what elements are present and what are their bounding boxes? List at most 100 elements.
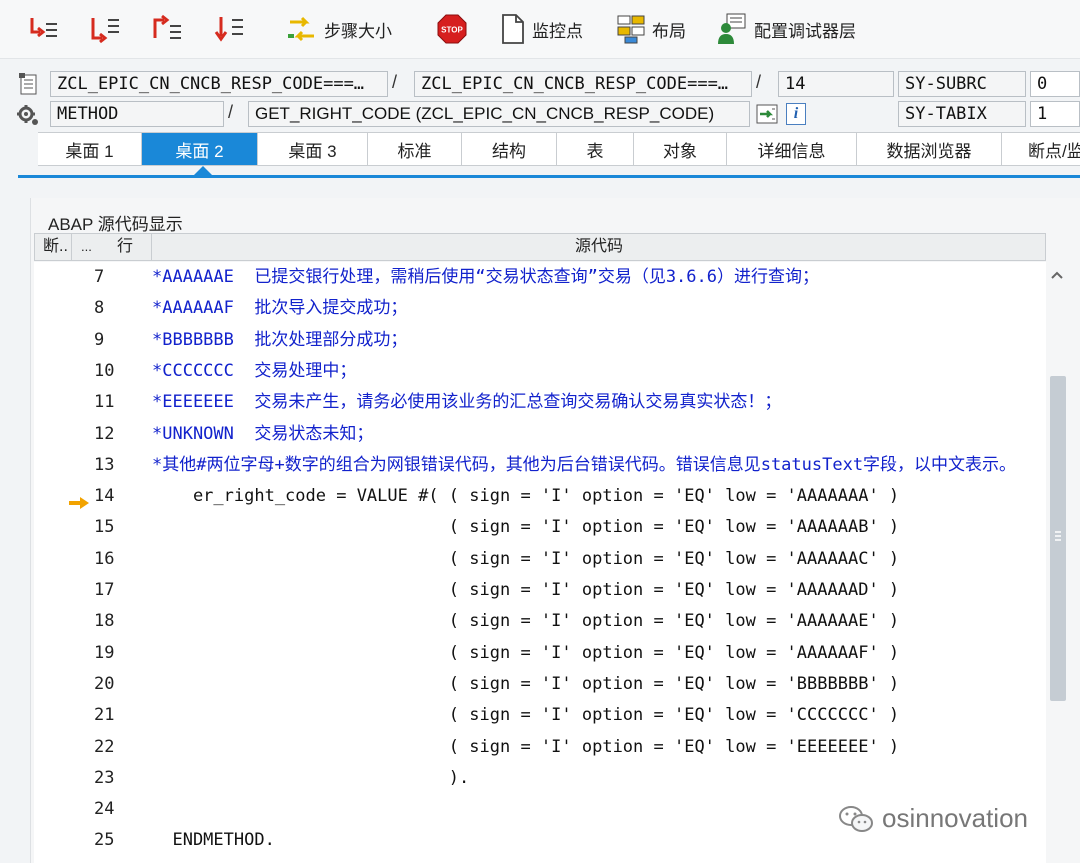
code-line[interactable]: 16 ( sign = 'I' option = 'EQ' low = 'AAA… — [34, 544, 1046, 575]
event-field[interactable]: GET_RIGHT_CODE (ZCL_EPIC_CN_CNCB_RESP_CO… — [248, 101, 750, 127]
code-line[interactable]: 15 ( sign = 'I' option = 'EQ' low = 'AAA… — [34, 512, 1046, 543]
execute-button[interactable] — [88, 12, 122, 46]
tab-underline — [18, 175, 1080, 178]
return-icon — [153, 14, 181, 39]
grip-icon — [1055, 531, 1061, 541]
code-line[interactable]: 20 ( sign = 'I' option = 'EQ' low = 'BBB… — [34, 669, 1046, 700]
line-number: 17 — [94, 580, 115, 600]
col-divider — [151, 234, 152, 260]
line-number: 19 — [94, 642, 115, 663]
line-number-field[interactable]: 14 — [778, 71, 894, 97]
code-line[interactable]: 21 ( sign = 'I' option = 'EQ' low = 'CCC… — [34, 700, 1046, 731]
watermark: osinnovation — [838, 803, 1028, 834]
code-text: ( sign = 'I' option = 'EQ' low = 'EEEEEE… — [152, 736, 900, 757]
execute-icon — [91, 18, 119, 44]
line-number: 13 — [94, 454, 115, 475]
code-text: ( sign = 'I' option = 'EQ' low = 'AAAAAA… — [152, 611, 900, 632]
desktop-tabs: 桌面 1 桌面 2 桌面 3 标准 结构 表 对象 详细信息 数据浏览器 断点/… — [38, 132, 1080, 166]
layout-button[interactable]: 布局 — [616, 12, 686, 46]
configure-layers-button[interactable]: 配置调试器层 — [716, 12, 856, 46]
col-divider — [71, 234, 72, 260]
return-button[interactable] — [150, 12, 184, 46]
line-number: 16 — [94, 548, 115, 569]
panel-title: ABAP 源代码显示 — [48, 215, 183, 234]
col-breakpoint[interactable]: 断.. — [43, 234, 68, 260]
layout-label: 布局 — [652, 21, 686, 41]
code-line[interactable]: 17 ( sign = 'I' option = 'EQ' low = 'AAA… — [34, 575, 1046, 606]
tab-structure[interactable]: 结构 — [462, 133, 557, 165]
continue-icon — [214, 17, 243, 42]
line-number: 10 — [94, 360, 115, 381]
code-text: ( sign = 'I' option = 'EQ' low = 'AAAAAA… — [152, 580, 900, 600]
tab-table[interactable]: 表 — [557, 133, 634, 165]
code-comment: *CCCCCCC 交易处理中； — [152, 360, 357, 381]
tab-objects[interactable]: 对象 — [634, 133, 727, 165]
code-line[interactable]: 12 *UNKNOWN 交易状态未知； — [34, 419, 1046, 450]
code-text: ENDMETHOD. — [152, 830, 275, 851]
col-source[interactable]: 源代码 — [575, 234, 623, 260]
line-number: 9 — [94, 329, 105, 350]
step-size-label: 步骤大小 — [324, 21, 392, 41]
sy-subrc-value[interactable]: 0 — [1030, 71, 1080, 97]
watchpoint-button[interactable]: 监控点 — [500, 12, 583, 46]
scrollbar-thumb[interactable] — [1050, 376, 1066, 701]
source-code-area[interactable]: 7 *AAAAAAE 已提交银行处理，需稍后使用“交易状态查询”交易（见3.6.6… — [34, 262, 1046, 863]
line-number: 7 — [94, 267, 105, 287]
tab-details[interactable]: 详细信息 — [727, 133, 857, 165]
debugger-toolbar: 步骤大小 STOP 监控点 布局 配置调试器层 — [0, 0, 1080, 59]
single-step-button[interactable] — [26, 12, 60, 46]
code-line[interactable]: 8 *AAAAAAF 批次导入提交成功； — [34, 293, 1046, 324]
separator-slash: / — [228, 102, 234, 122]
user-settings-icon — [718, 13, 746, 44]
separator-slash: / — [392, 72, 398, 92]
code-line[interactable]: 19 ( sign = 'I' option = 'EQ' low = 'AAA… — [34, 638, 1046, 669]
code-comment: *EEEEEEE 交易未产生，请务必使用该业务的汇总查询交易确认交易真实状态！； — [152, 392, 782, 413]
program-field[interactable]: ZCL_EPIC_CN_CNCB_RESP_CODE===… — [50, 71, 388, 97]
tab-standard[interactable]: 标准 — [368, 133, 462, 165]
code-text: ( sign = 'I' option = 'EQ' low = 'BBBBBB… — [152, 673, 900, 694]
active-tab-indicator — [194, 166, 212, 175]
tab-desktop-2[interactable]: 桌面 2 — [142, 133, 258, 165]
line-number: 23 — [94, 767, 115, 788]
single-step-icon — [30, 18, 57, 38]
line-number: 22 — [94, 736, 115, 757]
goto-source-icon[interactable] — [756, 104, 778, 124]
stop-button[interactable]: STOP — [436, 12, 468, 46]
code-text: er_right_code = VALUE #( ( sign = 'I' op… — [152, 486, 900, 507]
code-text: ). — [152, 767, 470, 788]
tab-desktop-3[interactable]: 桌面 3 — [258, 133, 368, 165]
code-line[interactable]: 18 ( sign = 'I' option = 'EQ' low = 'AAA… — [34, 606, 1046, 637]
sy-subrc-label: SY-SUBRC — [898, 71, 1026, 97]
step-size-icon — [288, 16, 314, 42]
line-number: 11 — [94, 392, 115, 413]
line-number: 25 — [94, 830, 115, 851]
code-line[interactable]: 13 *其他#两位字母+数字的组合为网银错误代码，其他为后台错误代码。错误信息见s… — [34, 450, 1046, 481]
include-field[interactable]: ZCL_EPIC_CN_CNCB_RESP_CODE===… — [414, 71, 752, 97]
sy-tabix-value[interactable]: 1 — [1030, 101, 1080, 127]
line-number: 21 — [94, 705, 115, 726]
line-number: 24 — [94, 799, 115, 820]
event-type-field[interactable]: METHOD — [50, 101, 224, 127]
code-line[interactable]: 7 *AAAAAAE 已提交银行处理，需稍后使用“交易状态查询”交易（见3.6.6… — [34, 262, 1046, 293]
scroll-up-icon[interactable] — [1051, 270, 1063, 280]
gear-icon — [17, 105, 38, 125]
col-line[interactable]: 行 — [117, 234, 133, 260]
info-icon[interactable]: i — [786, 103, 806, 125]
code-text: ( sign = 'I' option = 'EQ' low = 'AAAAAA… — [152, 548, 900, 569]
code-line[interactable]: 10 *CCCCCCC 交易处理中； — [34, 356, 1046, 387]
continue-button[interactable] — [212, 12, 246, 46]
tab-desktop-1[interactable]: 桌面 1 — [38, 133, 142, 165]
step-size-button[interactable]: 步骤大小 — [286, 12, 392, 46]
tab-breakpoints[interactable]: 断点/监 — [1002, 133, 1080, 165]
line-number: 18 — [94, 611, 115, 632]
code-line[interactable]: 11 *EEEEEEE 交易未产生，请务必使用该业务的汇总查询交易确认交易真实状态… — [34, 387, 1046, 418]
tab-data-browser[interactable]: 数据浏览器 — [857, 133, 1002, 165]
code-text: ( sign = 'I' option = 'EQ' low = 'AAAAAA… — [152, 642, 900, 663]
code-line[interactable]: 9 *BBBBBBB 批次处理部分成功； — [34, 325, 1046, 356]
code-line[interactable]: 23 ). — [34, 763, 1046, 794]
code-comment: *AAAAAAE 已提交银行处理，需稍后使用“交易状态查询”交易（见3.6.6）… — [152, 267, 819, 287]
col-dots[interactable]: ... — [81, 234, 92, 260]
code-line[interactable]: 14 er_right_code = VALUE #( ( sign = 'I'… — [34, 481, 1046, 512]
code-line[interactable]: 22 ( sign = 'I' option = 'EQ' low = 'EEE… — [34, 732, 1046, 763]
code-comment: *其他#两位字母+数字的组合为网银错误代码，其他为后台错误代码。错误信息见sta… — [152, 454, 1017, 475]
